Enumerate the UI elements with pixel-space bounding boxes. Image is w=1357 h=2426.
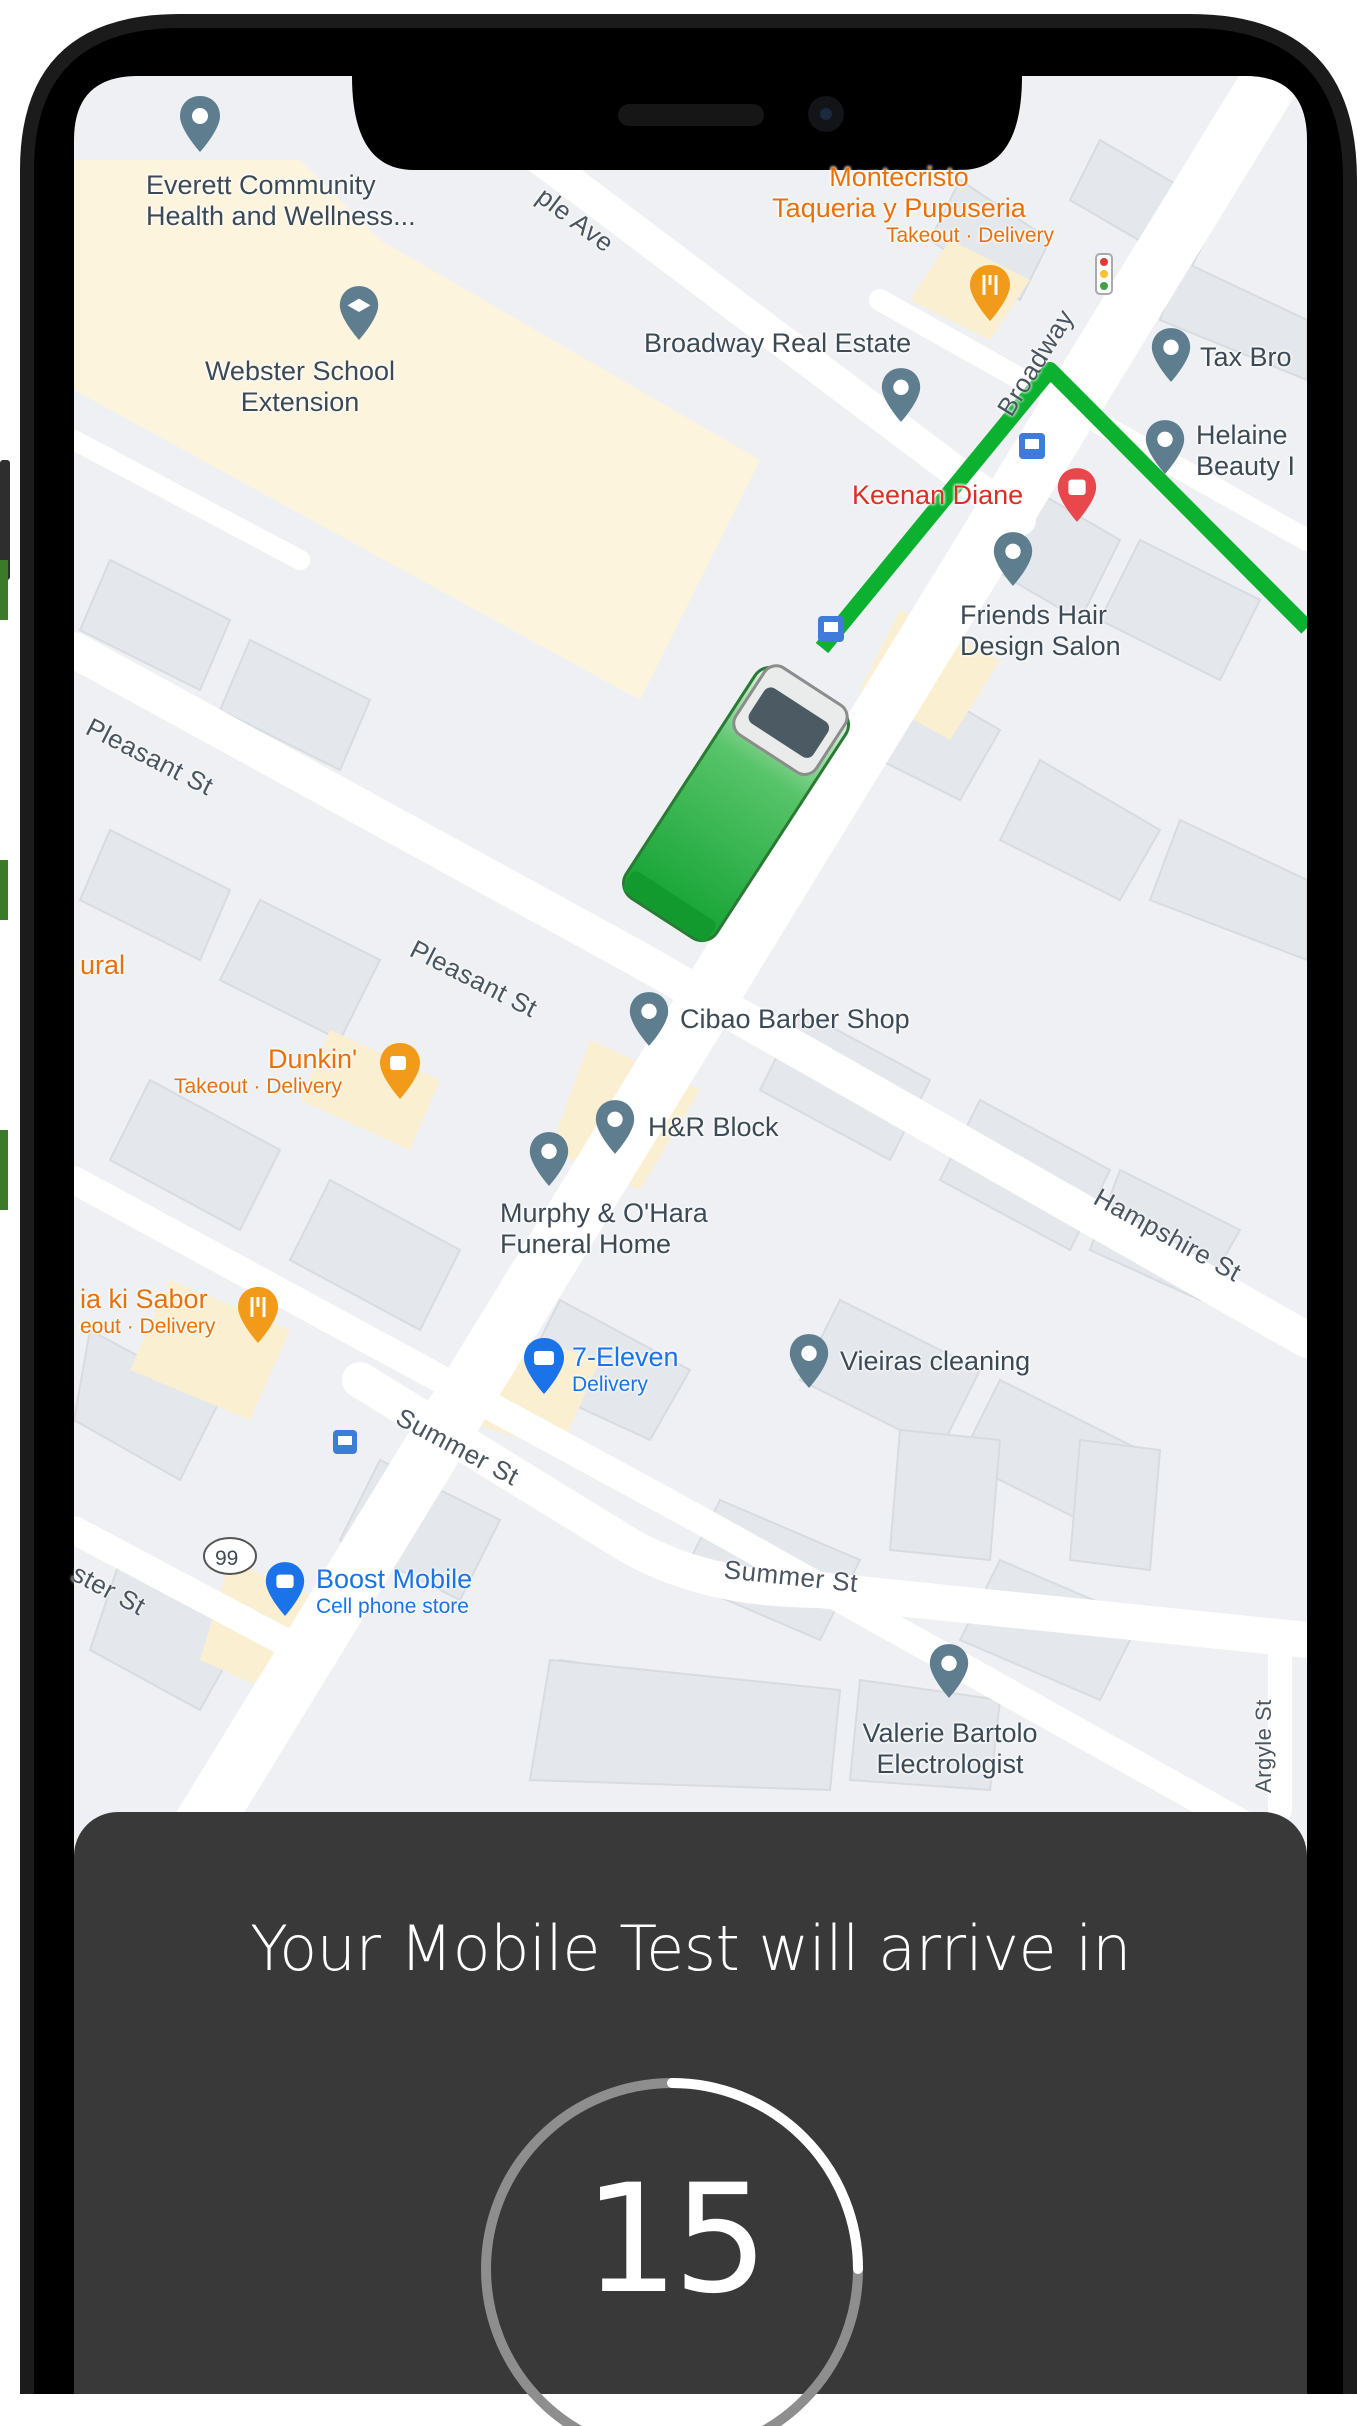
place-label-line: Beauty I (1196, 451, 1296, 481)
place-label-sabor[interactable]: ia ki Sabor eout · Delivery (80, 1284, 215, 1339)
place-label-line: Webster School (204, 356, 396, 386)
place-pin-icon[interactable] (526, 1130, 572, 1188)
place-label-line: Design Salon (960, 631, 1121, 661)
place-label-cibao[interactable]: Cibao Barber Shop (680, 1004, 910, 1035)
place-label-line: Extension (240, 387, 360, 417)
phone-frame: Everett Community Health and Wellness...… (0, 0, 1357, 2426)
place-label-helaine[interactable]: Helaine Beauty I (1196, 420, 1295, 482)
place-label-keenan[interactable]: Keenan Diane (852, 480, 1023, 511)
health-pin-icon[interactable] (1054, 466, 1100, 524)
place-label-dunkin[interactable]: Dunkin' Takeout · Delivery (174, 1044, 358, 1099)
place-label-valerie[interactable]: Valerie Bartolo Electrologist (770, 1718, 1130, 1780)
place-label-line: Taqueria y Pupuseria (772, 193, 1026, 223)
place-label-line: ia ki Sabor (80, 1284, 208, 1314)
food-pin-icon[interactable] (234, 1284, 282, 1346)
place-label-webster[interactable]: Webster School Extension (180, 356, 420, 418)
place-label-sub: Cell phone store (316, 1595, 469, 1618)
place-label-boost[interactable]: Boost Mobile Cell phone store (316, 1564, 472, 1619)
place-pin-icon[interactable] (786, 1332, 832, 1390)
place-label-sub: Takeout · Delivery (885, 224, 1054, 247)
place-label-line: Montecristo (829, 162, 969, 192)
school-pin-icon[interactable] (336, 284, 382, 342)
place-label-hr-block[interactable]: H&R Block (648, 1112, 779, 1143)
countdown-value: 15 (583, 2153, 769, 2327)
place-pin-icon[interactable] (176, 94, 224, 154)
place-label-line: Electrologist (876, 1749, 1024, 1779)
place-label-murphy[interactable]: Murphy & O'Hara Funeral Home (500, 1198, 708, 1260)
place-label-line: Friends Hair (960, 600, 1108, 630)
traffic-light-icon (1095, 253, 1113, 295)
place-label-friends-hair[interactable]: Friends Hair Design Salon (960, 600, 1121, 662)
place-label-line: Funeral Home (500, 1229, 672, 1259)
place-label-sub: Takeout · Delivery (174, 1075, 343, 1098)
place-pin-icon[interactable] (592, 1098, 638, 1156)
place-label-line: 7-Eleven (572, 1342, 679, 1372)
place-pin-icon[interactable] (990, 530, 1036, 588)
place-label-tax[interactable]: Tax Bro (1200, 342, 1292, 373)
place-pin-icon[interactable] (1148, 326, 1194, 384)
cafe-pin-icon[interactable] (376, 1040, 424, 1102)
street-label-argyle: Argyle St (1251, 1699, 1276, 1793)
arrival-title: Your Mobile Test will arrive in (250, 1912, 1131, 1985)
place-label-line: Boost Mobile (316, 1564, 473, 1594)
place-pin-icon[interactable] (626, 990, 672, 1048)
place-label-sub: eout · Delivery (80, 1315, 216, 1338)
place-label-vieiras[interactable]: Vieiras cleaning (840, 1346, 1030, 1377)
place-label-line: Everett Community (146, 170, 376, 200)
place-label-montecristo[interactable]: Montecristo Taqueria y Pupuseria Takeout… (744, 162, 1054, 248)
route-shield-label: 99 (215, 1547, 239, 1570)
place-pin-icon[interactable] (926, 1642, 972, 1700)
place-label-line: Helaine (1196, 420, 1288, 450)
place-label-broadway-real-estate[interactable]: Broadway Real Estate (644, 328, 911, 359)
place-label-line: Health and Wellness... (146, 201, 416, 231)
food-pin-icon[interactable] (966, 262, 1014, 324)
place-pin-icon[interactable] (1142, 418, 1188, 476)
place-label-everett[interactable]: Everett Community Health and Wellness... (146, 170, 416, 232)
place-label-line: Valerie Bartolo (862, 1718, 1038, 1748)
place-label-sub: Delivery (572, 1373, 648, 1396)
place-pin-icon[interactable] (878, 366, 924, 424)
place-label-line: Murphy & O'Hara (500, 1198, 708, 1228)
place-label-rural[interactable]: ural (80, 950, 125, 981)
store-pin-icon[interactable] (520, 1336, 568, 1396)
place-label-seven-eleven[interactable]: 7-Eleven Delivery (572, 1342, 679, 1397)
shopping-pin-icon[interactable] (262, 1560, 308, 1618)
bus-stop-icon (818, 616, 844, 642)
arrival-panel: Your Mobile Test will arrive in 15 (74, 1812, 1307, 2426)
place-label-line: Dunkin' (268, 1044, 358, 1074)
